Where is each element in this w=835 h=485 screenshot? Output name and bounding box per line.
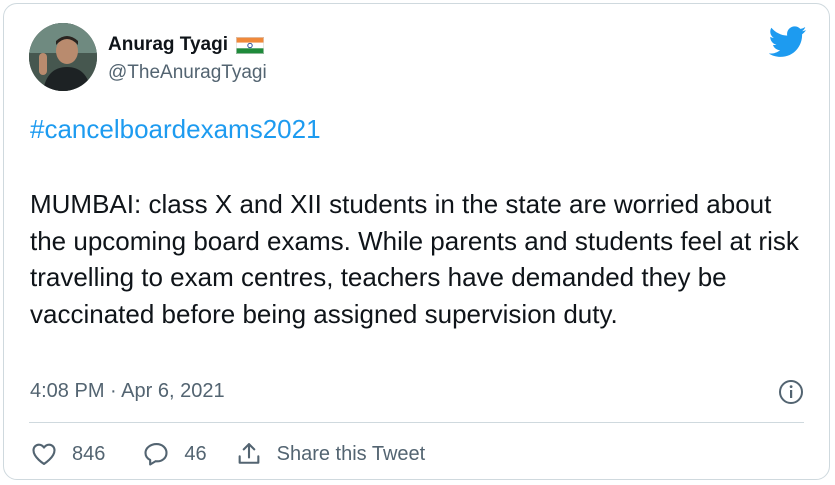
share-icon (238, 443, 260, 464)
india-flag-icon (236, 36, 264, 54)
tweet-timestamp[interactable]: 4:08 PM · Apr 6, 2021 (30, 380, 225, 403)
like-count: 846 (72, 442, 106, 465)
twitter-bird-icon[interactable] (768, 26, 807, 58)
heart-icon (32, 443, 56, 465)
share-button[interactable]: Share this Tweet (235, 440, 426, 468)
avatar[interactable] (29, 23, 97, 91)
reply-button[interactable]: 46 (142, 440, 207, 468)
divider (29, 422, 804, 423)
reply-count: 46 (184, 442, 207, 465)
author-name-row: Anurag Tyagi (108, 34, 264, 56)
author-handle[interactable]: @TheAnuragTyagi (108, 62, 267, 84)
like-button[interactable]: 846 (30, 440, 105, 468)
tweet-text: MUMBAI: class X and XII students in the … (30, 189, 799, 329)
info-icon[interactable] (778, 379, 804, 405)
author-name[interactable]: Anurag Tyagi (108, 34, 228, 56)
tweet-card: Anurag Tyagi @TheAnuragTyagi #cancelboar… (3, 3, 830, 480)
hashtag-link[interactable]: #cancelboardexams2021 (30, 114, 321, 145)
reply-bubble-icon (144, 443, 168, 466)
tweet-actions: 846 46 Share this Tweet (30, 440, 425, 468)
share-label: Share this Tweet (276, 442, 426, 465)
